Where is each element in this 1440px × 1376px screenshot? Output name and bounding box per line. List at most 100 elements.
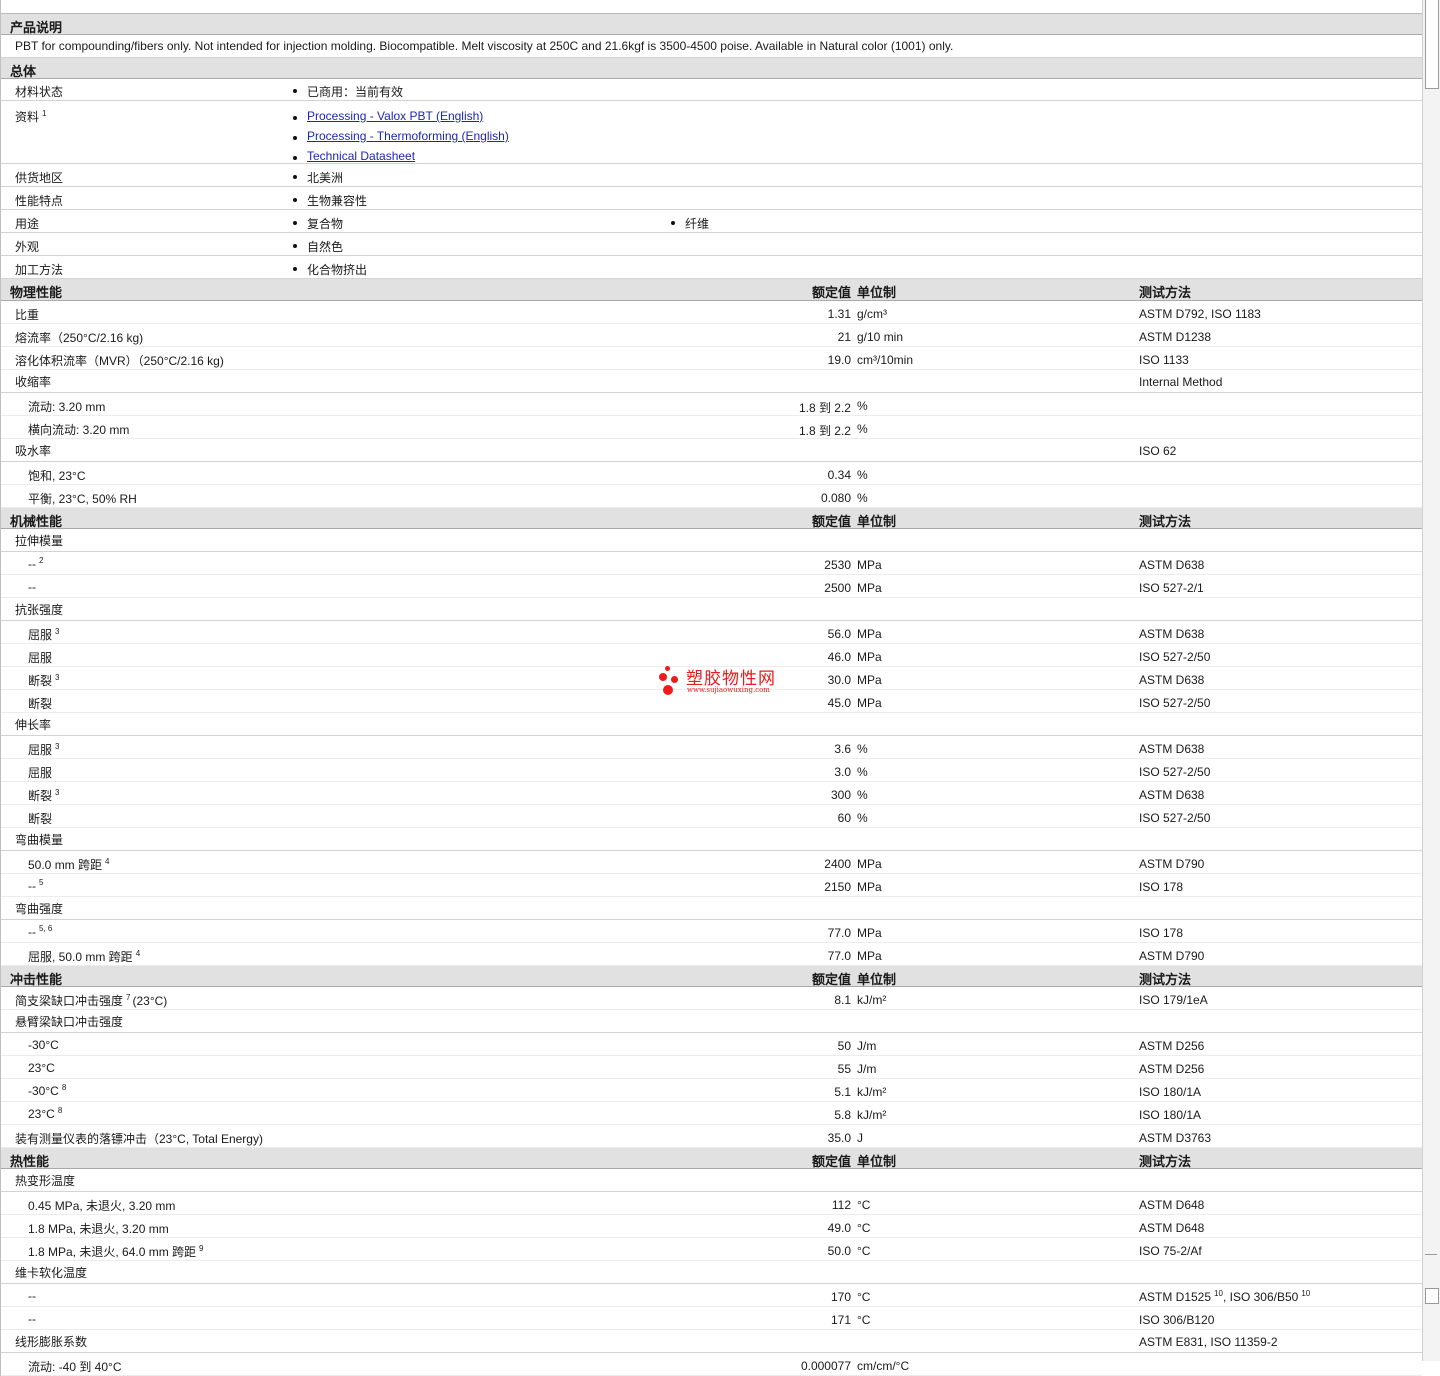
row-test-method: Internal Method bbox=[1139, 375, 1223, 389]
header-test: 测试方法 bbox=[1139, 514, 1192, 529]
watermark-url: www.sujiaowuxing.com bbox=[687, 686, 770, 694]
row-unit: cm/cm/°C bbox=[857, 1359, 910, 1373]
table-row: 吸水率 ISO 62 bbox=[1, 439, 1422, 462]
row-value: 19.0 bbox=[827, 353, 851, 367]
table-row: 流动: -40 到 40°C 0.000077 cm/cm/°C bbox=[1, 1353, 1422, 1376]
table-row: -- 5, 6 77.0 MPa ISO 178 bbox=[1, 920, 1422, 943]
row-label: 50.0 mm 跨距 4 bbox=[28, 857, 110, 872]
row-value: 5.1 bbox=[834, 1085, 851, 1099]
table-row: 1.8 MPa, 未退火, 3.20 mm 49.0 °C ASTM D648 bbox=[1, 1215, 1422, 1238]
row-value: 0.080 bbox=[820, 491, 851, 505]
row-unit: J/m bbox=[857, 1039, 877, 1053]
row-unit: kJ/m² bbox=[857, 1108, 887, 1122]
row-label: 23°C bbox=[28, 1061, 55, 1075]
table-row: 线形膨胀系数 ASTM E831, ISO 11359-2 bbox=[1, 1330, 1422, 1353]
row-label: 抗张强度 bbox=[15, 603, 64, 617]
section-title: 机械性能 bbox=[10, 514, 63, 529]
bullet-icon bbox=[293, 136, 297, 140]
row-unit: °C bbox=[857, 1221, 871, 1235]
row-label: 弯曲强度 bbox=[15, 902, 64, 916]
header-test: 测试方法 bbox=[1139, 285, 1192, 300]
table-row: 23°C 8 5.8 kJ/m² ISO 180/1A bbox=[1, 1102, 1422, 1125]
row-test-method: ISO 180/1A bbox=[1139, 1085, 1202, 1099]
bullet-icon bbox=[293, 156, 297, 160]
row-value: 5.8 bbox=[834, 1108, 851, 1122]
row-label: 屈服 bbox=[28, 766, 53, 780]
table-row: 断裂 60% ISO 527-2/50 bbox=[1, 805, 1422, 828]
row-label: 0.45 MPa, 未退火, 3.20 mm bbox=[28, 1199, 176, 1213]
bullet-icon bbox=[293, 116, 297, 120]
doc-link-datasheet[interactable]: Technical Datasheet bbox=[307, 149, 415, 163]
row-label: 断裂 bbox=[28, 697, 53, 711]
row-test-method: ASTM D790 bbox=[1139, 857, 1205, 871]
table-row: -30°C 50 J/m ASTM D256 bbox=[1, 1033, 1422, 1056]
section-description: 产品说明 bbox=[1, 14, 1422, 35]
doc-link-valox[interactable]: Processing - Valox PBT (English) bbox=[307, 109, 483, 123]
row-value: 复合物 bbox=[307, 217, 344, 231]
bullet-icon bbox=[293, 244, 297, 248]
row-label: 23°C 8 bbox=[28, 1106, 63, 1121]
table-row: 弯曲模量 bbox=[1, 828, 1422, 851]
row-label: 维卡软化温度 bbox=[15, 1266, 88, 1280]
row-value: 北美洲 bbox=[307, 171, 344, 185]
scrollbar-thumb[interactable] bbox=[1425, 0, 1439, 89]
row-value: 1.31 bbox=[827, 307, 851, 321]
row-label: 1.8 MPa, 未退火, 64.0 mm 跨距 9 bbox=[28, 1244, 204, 1259]
thermal-rows: 热变形温度 0.45 MPa, 未退火, 3.20 mm 112 °C ASTM D64… bbox=[1, 1169, 1422, 1376]
row-unit: kJ/m² bbox=[857, 993, 887, 1007]
row-label: 1.8 MPa, 未退火, 3.20 mm bbox=[28, 1222, 169, 1236]
row-value: 化合物挤出 bbox=[307, 263, 368, 277]
table-row: 屈服 3.0% ISO 527-2/50 bbox=[1, 759, 1422, 782]
table-row: 断裂 3 300% ASTM D638 bbox=[1, 782, 1422, 805]
row-value: 50.0 bbox=[827, 1244, 851, 1258]
row-label: -- bbox=[28, 1312, 36, 1326]
table-top-edge bbox=[1, 0, 1422, 14]
row-label: 材料状态 bbox=[15, 85, 64, 99]
section-title: 物理性能 bbox=[10, 285, 63, 300]
row-unit: g/cm³ bbox=[857, 307, 887, 321]
general-row-appearance: 外观 自然色 bbox=[1, 233, 1422, 256]
row-unit: MPa bbox=[857, 857, 882, 871]
row-label: 简支梁缺口冲击强度 7 (23°C) bbox=[15, 993, 168, 1008]
row-label: 断裂 bbox=[28, 812, 53, 826]
table-row: -- 170 °C ASTM D1525 10, ISO 306/B50 10 bbox=[1, 1284, 1422, 1307]
description-text: PBT for compounding/fibers only. Not int… bbox=[15, 39, 954, 53]
table-row: -- 2500 MPa ISO 527-2/1 bbox=[1, 575, 1422, 598]
row-label: 熔流率（250°C/2.16 kg) bbox=[15, 331, 144, 345]
row-value: 45.0 bbox=[827, 696, 851, 710]
row-label: 悬臂梁缺口冲击强度 bbox=[15, 1015, 124, 1029]
row-label: 线形膨胀系数 bbox=[15, 1335, 88, 1349]
logo-dot bbox=[665, 666, 670, 671]
row-label: 屈服 3 bbox=[28, 742, 60, 757]
row-value: 50 bbox=[837, 1039, 851, 1053]
general-row-uses: 用途 复合物 纤维 bbox=[1, 210, 1422, 233]
row-label: 伸长率 bbox=[15, 718, 52, 732]
row-test-method: ISO 62 bbox=[1139, 444, 1177, 458]
logo-dot bbox=[659, 673, 667, 681]
doc-link-thermoforming[interactable]: Processing - Thermoforming (English) bbox=[307, 129, 509, 143]
section-thermal: 热性能 额定值 单位制 测试方法 bbox=[1, 1148, 1422, 1169]
table-row: -30°C 8 5.1 kJ/m² ISO 180/1A bbox=[1, 1079, 1422, 1102]
scrollbar-handle[interactable] bbox=[1425, 1288, 1439, 1304]
table-row: 溶化体积流率（MVR）（250°C/2.16 kg) 19.0 cm³/10min I… bbox=[1, 347, 1422, 370]
header-unit: 单位制 bbox=[857, 514, 897, 529]
section-impact: 冲击性能 额定值 单位制 测试方法 bbox=[1, 966, 1422, 987]
row-unit: % bbox=[857, 399, 868, 413]
row-value: 49.0 bbox=[827, 1221, 851, 1235]
row-label: -30°C bbox=[28, 1038, 59, 1052]
header-value: 额定值 bbox=[811, 285, 851, 300]
row-test-method: ISO 179/1eA bbox=[1139, 993, 1208, 1007]
row-unit: °C bbox=[857, 1244, 871, 1258]
row-test-method: ASTM D638 bbox=[1139, 673, 1205, 687]
row-test-method: ASTM D256 bbox=[1139, 1039, 1205, 1053]
row-value: 1.8 到 2.2 bbox=[798, 401, 851, 415]
impact-rows: 简支梁缺口冲击强度 7 (23°C) 8.1 kJ/m² ISO 179/1eA 悬臂梁缺口… bbox=[1, 987, 1422, 1148]
row-label: 断裂 3 bbox=[28, 673, 60, 688]
table-row: 屈服 3 3.6% ASTM D638 bbox=[1, 736, 1422, 759]
row-label: 拉伸模量 bbox=[15, 534, 64, 548]
vertical-scrollbar[interactable] bbox=[1422, 0, 1440, 1361]
table-row: 50.0 mm 跨距 4 2400 MPa ASTM D790 bbox=[1, 851, 1422, 874]
watermark-logo: 塑胶物性网 www.sujiaowuxing.com bbox=[656, 664, 788, 698]
row-value: 77.0 bbox=[827, 926, 851, 940]
general-row-docs: 资料 1 Processing - Valox PBT (English) Pro… bbox=[1, 101, 1422, 164]
